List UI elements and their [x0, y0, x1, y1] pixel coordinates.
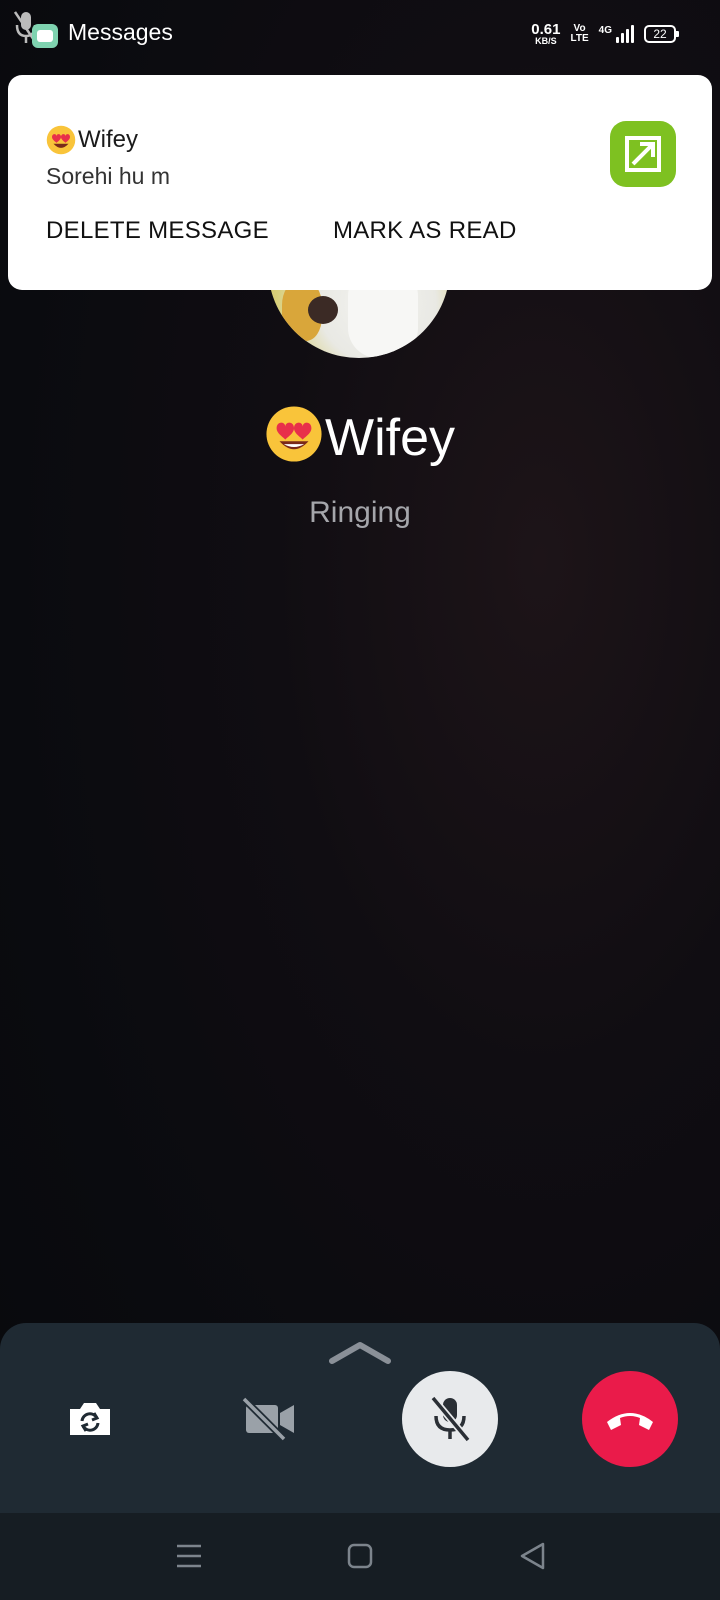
- system-nav-bar: [0, 1513, 720, 1600]
- net-speed: 0.61 KB/S: [531, 22, 560, 46]
- net-speed-unit: KB/S: [535, 36, 557, 46]
- signal-indicator: 4G: [599, 25, 634, 43]
- volte-bottom: LTE: [570, 33, 589, 44]
- notification-sender-name: Wifey: [78, 126, 138, 153]
- end-call-icon: [607, 1413, 653, 1430]
- flip-camera-icon: [70, 1403, 110, 1435]
- status-app-title: Messages: [68, 18, 173, 45]
- signal-bar: [626, 29, 629, 43]
- signal-bar: [631, 25, 634, 43]
- mute-button[interactable]: [402, 1371, 498, 1467]
- notification-sender: Wifey: [46, 125, 138, 155]
- call-controls-panel: [0, 1323, 720, 1513]
- back-icon: [520, 1542, 545, 1570]
- notification-actions: DELETE MESSAGE MARK AS READ: [46, 217, 517, 245]
- notification-message: Sorehi hu m: [46, 163, 171, 189]
- status-right: 0.61 KB/S Vo LTE 4G 22: [531, 22, 679, 46]
- signal-bar: [621, 33, 624, 43]
- nav-home-button[interactable]: [343, 1539, 377, 1573]
- flip-camera-button[interactable]: [42, 1371, 138, 1467]
- mark-as-read-button[interactable]: MARK AS READ: [333, 217, 517, 245]
- volte-indicator: Vo LTE: [571, 24, 589, 44]
- home-icon: [347, 1543, 373, 1569]
- status-icons: [14, 10, 58, 54]
- nav-recents-button[interactable]: [172, 1539, 206, 1573]
- signal-bar: [616, 37, 619, 43]
- status-bar: Messages 0.61 KB/S Vo LTE 4G 22: [0, 0, 720, 72]
- call-status: Ringing: [309, 496, 411, 529]
- contact-name-text: Wifey: [325, 409, 455, 467]
- messages-app-icon: [32, 24, 58, 48]
- message-notification[interactable]: Wifey Sorehi hu m DELETE MESSAGE MARK AS…: [8, 75, 712, 290]
- delete-message-button[interactable]: DELETE MESSAGE: [46, 217, 269, 245]
- chevron-up-icon[interactable]: [328, 1337, 392, 1367]
- end-call-button[interactable]: [582, 1371, 678, 1467]
- video-off-icon: [242, 1397, 294, 1441]
- video-toggle-button[interactable]: [222, 1371, 318, 1467]
- heart-eyes-emoji-icon: [266, 406, 322, 462]
- battery-level: 22: [653, 27, 667, 41]
- contact-name: Wifey: [0, 405, 720, 468]
- menu-icon: [177, 1544, 201, 1568]
- battery-icon: 22: [644, 25, 679, 43]
- nav-back-button[interactable]: [515, 1539, 549, 1573]
- net-speed-value: 0.61: [531, 21, 561, 38]
- mic-off-icon: [430, 1395, 471, 1443]
- network-type: 4G: [598, 25, 612, 36]
- heart-eyes-emoji-icon: [46, 125, 76, 155]
- status-left: Messages: [14, 10, 173, 54]
- notification-app-icon: [610, 121, 676, 187]
- zoom-arrow-icon: [625, 136, 661, 172]
